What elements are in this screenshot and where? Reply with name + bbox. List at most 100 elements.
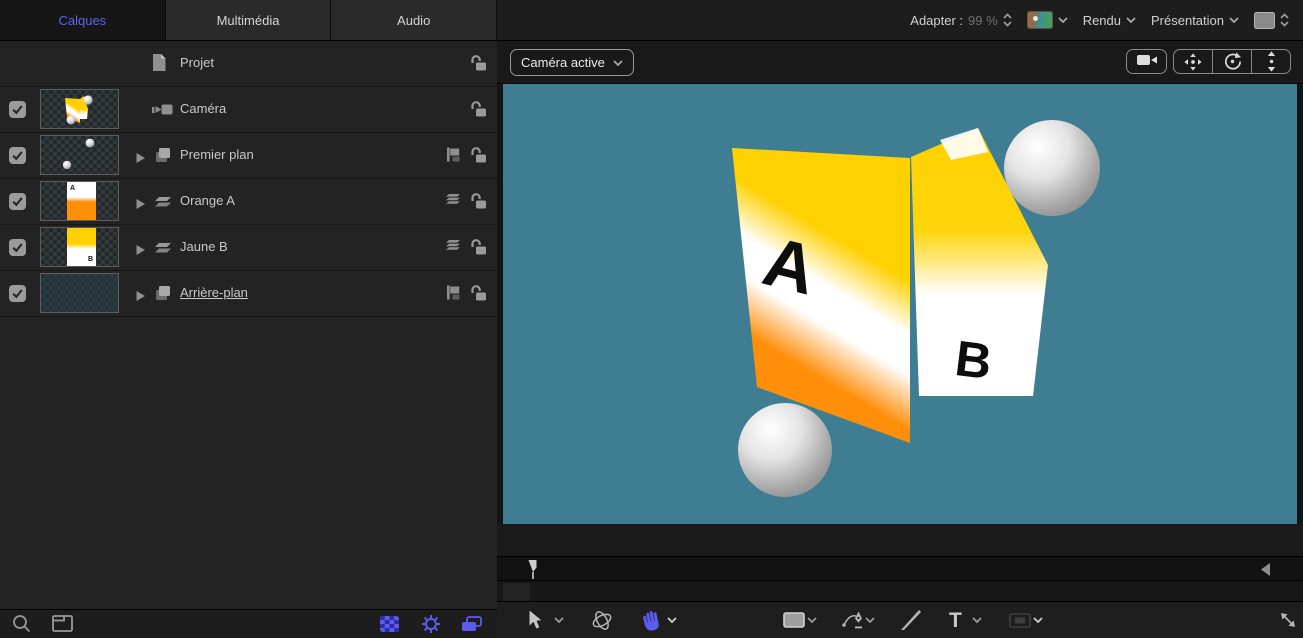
- disclosure-triangle-icon[interactable]: [136, 289, 145, 304]
- lock-open-icon[interactable]: [469, 100, 487, 120]
- layer-name: Premier plan: [180, 147, 254, 162]
- playhead-marker[interactable]: [527, 559, 539, 583]
- layout-stepper[interactable]: [1254, 12, 1289, 29]
- disclosure-triangle-icon[interactable]: [136, 243, 145, 258]
- camera-icon: [152, 103, 173, 119]
- active-camera-menu[interactable]: Caméra active: [510, 49, 634, 76]
- layer-icon: [154, 242, 172, 257]
- canvas-lower-gap: [497, 524, 1303, 556]
- sphere-top-right: [1004, 120, 1100, 216]
- visibility-checkbox[interactable]: [9, 285, 26, 302]
- group-icon: [154, 147, 171, 166]
- thumb-letter: B: [88, 256, 93, 263]
- zoom-control[interactable]: Adapter : 99 %: [910, 13, 1011, 28]
- disclosure-triangle-icon[interactable]: [136, 151, 145, 166]
- visibility-checkbox[interactable]: [9, 193, 26, 210]
- canvas-viewport[interactable]: A B: [503, 84, 1297, 524]
- canvas-area: Caméra active: [497, 41, 1303, 638]
- timeline-end-marker[interactable]: [1261, 563, 1270, 579]
- mask-tool-chevron-icon: [1033, 602, 1043, 638]
- dolly-camera-button[interactable]: [1251, 50, 1290, 73]
- canvas-toolbar: T: [497, 601, 1303, 638]
- project-icon: [152, 54, 166, 74]
- camera-view-button[interactable]: [1126, 49, 1167, 74]
- mask-tool-button-disabled: [1009, 602, 1031, 638]
- pan-camera-button[interactable]: [1174, 50, 1212, 73]
- transparency-checkerboard-icon[interactable]: [380, 616, 399, 635]
- transform-3d-tool-button[interactable]: [590, 602, 614, 638]
- search-icon[interactable]: [12, 614, 31, 636]
- chevron-down-icon: [613, 60, 623, 66]
- lock-open-icon[interactable]: [469, 146, 487, 166]
- timeline-track-band: [497, 583, 1303, 601]
- zoom-stepper-icon[interactable]: [1003, 13, 1012, 27]
- layer-name: Caméra: [180, 101, 226, 116]
- layer-row-premier-plan[interactable]: Premier plan: [0, 133, 497, 179]
- lock-open-icon[interactable]: [469, 192, 487, 212]
- layer-icon: [154, 196, 172, 211]
- hand-tool-button[interactable]: [641, 602, 662, 638]
- layers-stack-icon[interactable]: [461, 616, 482, 635]
- select-tool-chevron-icon[interactable]: [554, 602, 564, 638]
- gradient-swatch-icon: [1027, 11, 1053, 29]
- bezier-pen-tool-chevron-icon[interactable]: [865, 602, 875, 638]
- layer-thumbnail: [40, 89, 119, 129]
- layer-thumbnail: B: [40, 227, 119, 267]
- top-bar: Calques Multimédia Audio Adapter : 99 % …: [0, 0, 1303, 41]
- view-controls: Adapter : 99 % Rendu Présentation: [910, 0, 1303, 40]
- resize-timeline-icon[interactable]: [1279, 602, 1297, 638]
- line-tool-button[interactable]: [901, 602, 921, 638]
- lock-open-icon[interactable]: [469, 54, 487, 74]
- color-swatch-menu[interactable]: [1027, 11, 1068, 29]
- chevron-down-icon: [1126, 17, 1136, 23]
- track-band-segment: [503, 583, 530, 601]
- layer-name: Orange A: [180, 193, 235, 208]
- layer-row-arriere-plan[interactable]: Arrière-plan: [0, 271, 497, 317]
- tab-calques[interactable]: Calques: [0, 0, 166, 40]
- layer-name-editing[interactable]: Arrière-plan: [180, 285, 248, 300]
- camera-tools-group: [1173, 49, 1291, 74]
- visibility-checkbox[interactable]: [9, 147, 26, 164]
- layers-panel-footer: [0, 609, 497, 638]
- tab-calques-label: Calques: [58, 13, 106, 28]
- tab-audio-label: Audio: [397, 13, 430, 28]
- panel-layout-icon[interactable]: [52, 615, 73, 635]
- visibility-checkbox[interactable]: [9, 101, 26, 118]
- layers-panel: Projet: [0, 41, 497, 638]
- layer-name: Jaune B: [180, 239, 228, 254]
- scene: A B: [503, 84, 1297, 524]
- rectangle-tool-button[interactable]: [783, 602, 805, 638]
- bezier-pen-tool-button[interactable]: [841, 602, 866, 638]
- visibility-checkbox[interactable]: [9, 239, 26, 256]
- hand-tool-chevron-icon[interactable]: [667, 602, 677, 638]
- canvas-header: Caméra active: [497, 41, 1303, 84]
- disclosure-triangle-icon[interactable]: [136, 197, 145, 212]
- presentation-label: Présentation: [1151, 13, 1224, 28]
- thumb-letter: A: [70, 185, 75, 192]
- layer-row-jaune-b[interactable]: B Jaune B: [0, 225, 497, 271]
- rectangle-tool-chevron-icon[interactable]: [807, 602, 817, 638]
- group-icon: [154, 285, 171, 304]
- text-tool-button[interactable]: T: [949, 602, 962, 638]
- layer-row-orange-a[interactable]: A Orange A: [0, 179, 497, 225]
- mini-timeline[interactable]: [497, 556, 1303, 581]
- layer-stack-badge-icon: [445, 194, 461, 210]
- active-camera-label: Caméra active: [521, 55, 605, 70]
- select-tool-button[interactable]: [527, 602, 542, 638]
- lock-open-icon[interactable]: [469, 238, 487, 258]
- tab-multimedia[interactable]: Multimédia: [166, 0, 332, 40]
- layer-name: Projet: [180, 55, 214, 70]
- layer-row-projet[interactable]: Projet: [0, 41, 497, 87]
- layer-row-camera[interactable]: Caméra: [0, 87, 497, 133]
- text-tool-glyph: T: [949, 610, 962, 631]
- presentation-menu[interactable]: Présentation: [1151, 13, 1239, 28]
- chevron-down-icon: [1058, 17, 1068, 23]
- layer-stack-badge-icon: [445, 240, 461, 256]
- gear-icon[interactable]: [421, 614, 441, 637]
- text-tool-chevron-icon[interactable]: [972, 602, 982, 638]
- tab-audio[interactable]: Audio: [331, 0, 497, 40]
- orbit-camera-button[interactable]: [1212, 50, 1251, 73]
- layout-swatch-icon: [1254, 12, 1275, 29]
- render-menu[interactable]: Rendu: [1083, 13, 1136, 28]
- lock-open-icon[interactable]: [469, 284, 487, 304]
